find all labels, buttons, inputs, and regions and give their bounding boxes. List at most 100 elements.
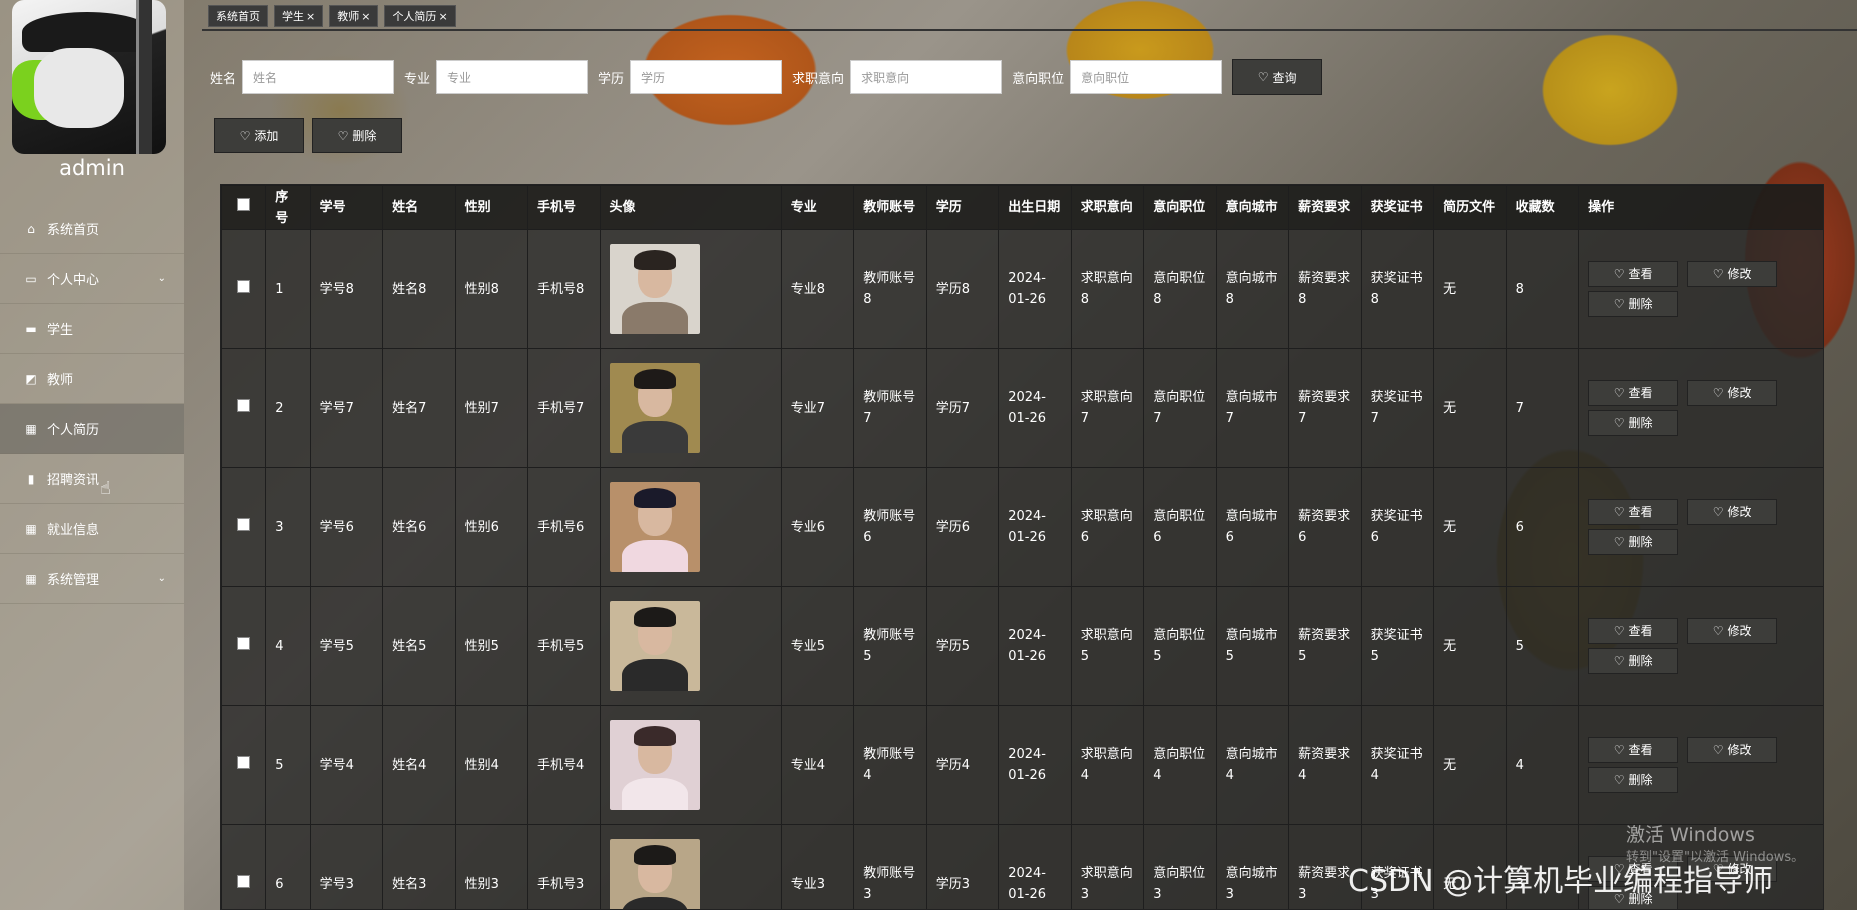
view-button[interactable]: ♡ 查看 bbox=[1588, 261, 1679, 287]
sidebar-item-employment-info[interactable]: ▦ 就业信息 bbox=[0, 504, 184, 554]
view-button[interactable]: ♡ 查看 bbox=[1588, 737, 1679, 763]
col-header[interactable]: 专业 bbox=[780, 185, 855, 230]
action-bar: ♡ 添加 ♡ 删除 bbox=[214, 118, 402, 153]
cell-birth: 2024-01-26 bbox=[998, 348, 1072, 468]
tab-resume[interactable]: 个人简历 × bbox=[384, 5, 456, 27]
windows-activation-title: 激活 Windows bbox=[1626, 824, 1755, 846]
sidebar-item-personal-center[interactable]: ▭ 个人中心 ⌄ bbox=[0, 254, 184, 304]
edit-button[interactable]: ♡ 修改 bbox=[1687, 261, 1778, 287]
col-header[interactable]: 序号 bbox=[265, 185, 311, 230]
cell-edu: 学历7 bbox=[925, 348, 1000, 468]
tab-teachers[interactable]: 教师 × bbox=[329, 5, 379, 27]
col-header[interactable]: 收藏数 bbox=[1505, 185, 1580, 230]
delete-button[interactable]: ♡ 删除 bbox=[312, 118, 402, 153]
tab-home[interactable]: 系统首页 bbox=[208, 5, 268, 27]
avatar-photo[interactable] bbox=[609, 720, 700, 810]
col-header[interactable]: 求职意向 bbox=[1070, 185, 1145, 230]
job-intent-input[interactable]: 求职意向 bbox=[850, 60, 1003, 94]
chevron-down-icon: ⌄ bbox=[157, 573, 166, 584]
col-header[interactable]: 手机号 bbox=[527, 185, 601, 230]
col-header[interactable]: 教师账号 bbox=[853, 185, 927, 230]
heart-icon: ♡ bbox=[1613, 385, 1625, 400]
apps-icon: ▦ bbox=[25, 571, 37, 586]
cell-phone: 手机号8 bbox=[527, 229, 601, 349]
cell-name: 姓名8 bbox=[382, 229, 456, 349]
sidebar-item-teachers[interactable]: ◩ 教师 bbox=[0, 354, 184, 404]
col-header[interactable]: 薪资要求 bbox=[1288, 185, 1362, 230]
avatar-photo[interactable] bbox=[609, 601, 700, 691]
close-icon[interactable]: × bbox=[361, 10, 370, 23]
sidebar-item-recruitment-news[interactable]: ▮ 招聘资讯 bbox=[0, 454, 184, 504]
delete-label: 删除 bbox=[1628, 534, 1653, 549]
view-button[interactable]: ♡ 查看 bbox=[1588, 499, 1679, 525]
row-delete-button[interactable]: ♡ 删除 bbox=[1588, 291, 1679, 317]
col-header[interactable]: 学号 bbox=[309, 185, 384, 230]
col-header[interactable]: 姓名 bbox=[382, 185, 456, 230]
avatar-photo[interactable] bbox=[609, 839, 700, 909]
row-actions: ♡ 查看 ♡ 修改 ♡ 删除 bbox=[1588, 261, 1815, 317]
cell-position: 意向职位3 bbox=[1143, 824, 1217, 909]
row-checkbox[interactable] bbox=[237, 755, 251, 769]
cell-idx: 6 bbox=[265, 824, 311, 909]
table-row: 4 学号5 姓名5 性别5 手机号5 专业5 教师账号5 学历5 2024-01-26 求职意向5… bbox=[221, 586, 1823, 706]
avatar-photo[interactable] bbox=[609, 482, 700, 572]
col-header[interactable]: 获奖证书 bbox=[1360, 185, 1435, 230]
name-input[interactable]: 姓名 bbox=[242, 60, 395, 94]
tab-students[interactable]: 学生 × bbox=[274, 5, 324, 27]
delete-label: 删除 bbox=[1628, 772, 1653, 787]
row-checkbox[interactable] bbox=[237, 874, 251, 888]
cell-avatar bbox=[599, 229, 782, 349]
cell-major: 专业4 bbox=[780, 705, 855, 825]
avatar-photo[interactable] bbox=[609, 363, 700, 453]
mouse-cursor-icon: ☝ bbox=[100, 478, 111, 499]
sidebar-item-students[interactable]: ▬ 学生 bbox=[0, 304, 184, 354]
add-button[interactable]: ♡ 添加 bbox=[214, 118, 304, 153]
close-icon[interactable]: × bbox=[306, 10, 315, 23]
view-button[interactable]: ♡ 查看 bbox=[1588, 618, 1679, 644]
view-button[interactable]: ♡ 查看 bbox=[1588, 380, 1679, 406]
col-header[interactable]: 出生日期 bbox=[998, 185, 1072, 230]
col-header[interactable]: 意向职位 bbox=[1143, 185, 1217, 230]
cell-phone: 手机号7 bbox=[527, 348, 601, 468]
row-delete-button[interactable]: ♡ 删除 bbox=[1588, 529, 1679, 555]
row-checkbox[interactable] bbox=[237, 279, 251, 293]
cell-birth: 2024-01-26 bbox=[998, 586, 1072, 706]
cell-edu: 学历8 bbox=[925, 229, 1000, 349]
cell-birth: 2024-01-26 bbox=[998, 467, 1072, 587]
query-button[interactable]: ♡ 查询 bbox=[1232, 59, 1323, 95]
col-header[interactable]: 性别 bbox=[454, 185, 529, 230]
sidebar-item-label: 教师 bbox=[47, 373, 74, 388]
sidebar-item-home[interactable]: ⌂ 系统首页 bbox=[0, 204, 184, 254]
col-header[interactable]: 简历文件 bbox=[1433, 185, 1507, 230]
row-delete-button[interactable]: ♡ 删除 bbox=[1588, 767, 1679, 793]
cell-operations: ♡ 查看 ♡ 修改 ♡ 删除 bbox=[1578, 586, 1823, 706]
cell-phone: 手机号4 bbox=[527, 705, 601, 825]
sidebar-item-resume[interactable]: ▦ 个人简历 bbox=[0, 404, 184, 454]
row-actions: ♡ 查看 ♡ 修改 ♡ 删除 bbox=[1588, 499, 1815, 555]
row-checkbox[interactable] bbox=[237, 517, 251, 531]
education-input[interactable]: 学历 bbox=[630, 60, 783, 94]
cell-position: 意向职位6 bbox=[1143, 467, 1217, 587]
edit-button[interactable]: ♡ 修改 bbox=[1687, 380, 1778, 406]
cell-idx: 5 bbox=[265, 705, 311, 825]
row-checkbox[interactable] bbox=[237, 636, 251, 650]
edit-button[interactable]: ♡ 修改 bbox=[1687, 618, 1778, 644]
add-label: 添加 bbox=[254, 129, 279, 143]
close-icon[interactable]: × bbox=[438, 10, 447, 23]
cell-intent: 求职意向8 bbox=[1070, 229, 1145, 349]
target-position-input[interactable]: 意向职位 bbox=[1070, 60, 1223, 94]
col-header[interactable]: 头像 bbox=[599, 185, 782, 230]
col-header[interactable]: 学历 bbox=[925, 185, 1000, 230]
sidebar-item-system-management[interactable]: ▦ 系统管理 ⌄ bbox=[0, 554, 184, 604]
row-checkbox[interactable] bbox=[237, 398, 251, 412]
major-input[interactable]: 专业 bbox=[436, 60, 589, 94]
cell-name: 姓名4 bbox=[382, 705, 456, 825]
row-delete-button[interactable]: ♡ 删除 bbox=[1588, 410, 1679, 436]
edit-button[interactable]: ♡ 修改 bbox=[1687, 499, 1778, 525]
edit-button[interactable]: ♡ 修改 bbox=[1687, 737, 1778, 763]
select-all-checkbox[interactable] bbox=[237, 198, 251, 211]
user-avatar[interactable] bbox=[12, 0, 166, 154]
col-header[interactable]: 意向城市 bbox=[1215, 185, 1290, 230]
row-delete-button[interactable]: ♡ 删除 bbox=[1588, 648, 1679, 674]
avatar-photo[interactable] bbox=[609, 244, 700, 334]
